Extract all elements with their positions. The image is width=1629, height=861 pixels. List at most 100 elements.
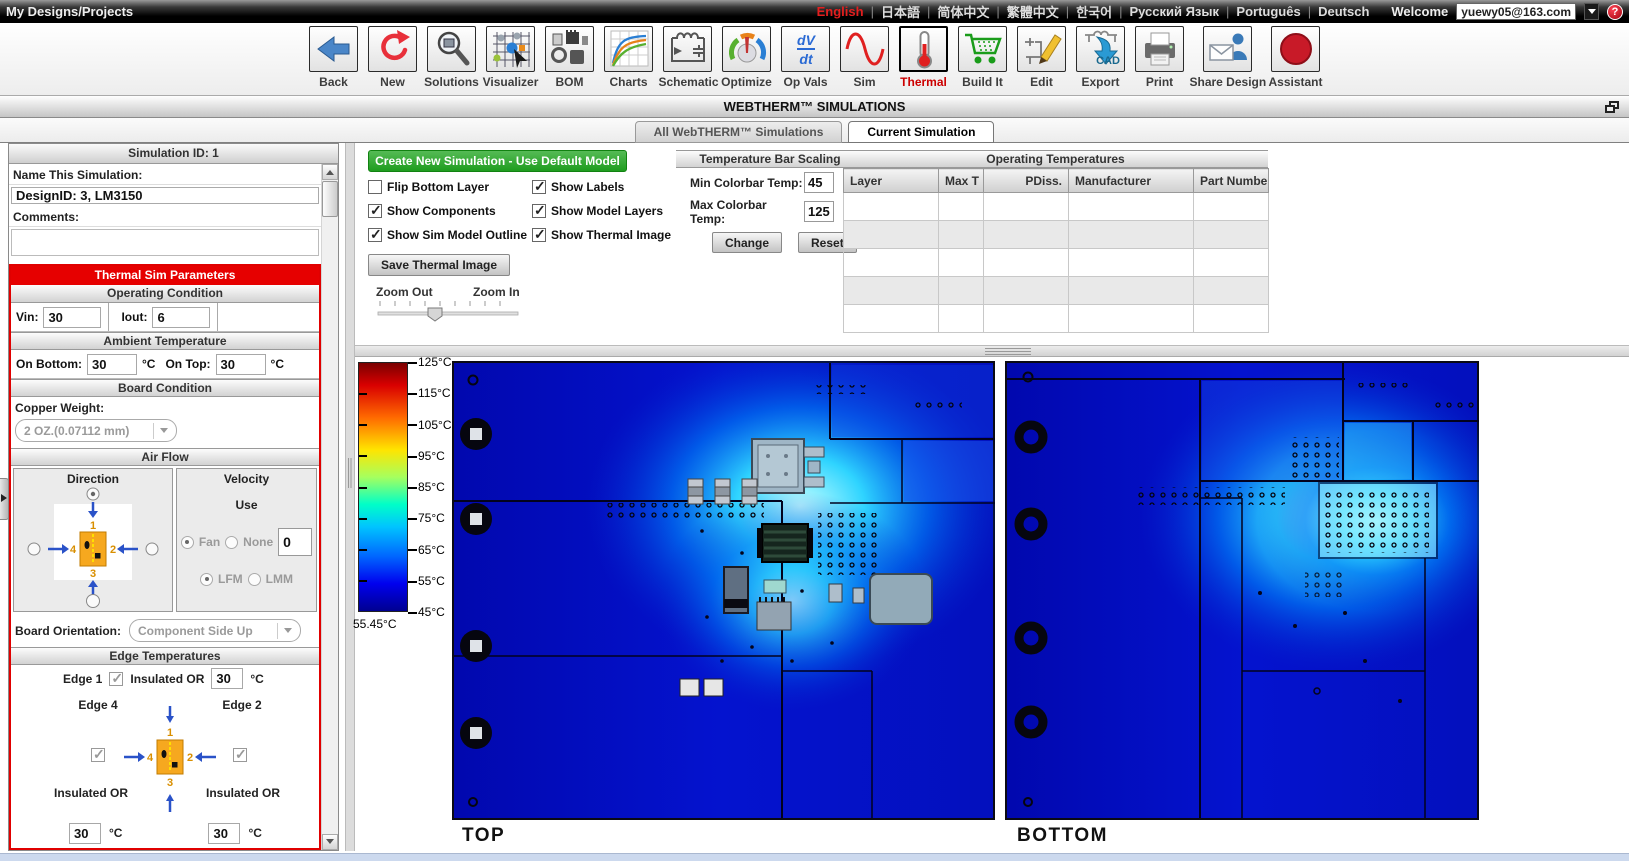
chevron-down-icon [284, 628, 293, 637]
none-radio[interactable] [225, 535, 239, 549]
checkbox-box[interactable] [532, 202, 546, 219]
solutions-icon [427, 26, 476, 72]
create-new-simulation-button[interactable]: Create New Simulation - Use Default Mode… [368, 150, 627, 172]
edge2-temp-input[interactable] [208, 822, 241, 844]
air-flow-direction-diagram[interactable]: 1 4 2 3 [18, 486, 168, 608]
edge1-insulated-checkbox[interactable] [109, 670, 124, 687]
section-header-temperature-bar-scaling: Temperature Bar Scaling [676, 150, 864, 168]
column-header[interactable]: Manufacturer [1068, 168, 1194, 193]
language-link[interactable]: Русский Язык [1129, 4, 1219, 19]
toolbar-button-op-vals[interactable]: dV dt Op Vals [777, 26, 835, 89]
thermal-icon [899, 26, 948, 72]
toolbar-button-edit[interactable]: Edit [1013, 26, 1071, 89]
column-header[interactable]: Layer [843, 168, 939, 193]
scroll-down-button[interactable] [322, 834, 338, 850]
toolbar-button-charts[interactable]: Charts [600, 26, 658, 89]
lfm-radio[interactable] [200, 572, 213, 586]
restore-window-icon[interactable] [1605, 101, 1620, 113]
language-link[interactable]: 한국어 [1076, 2, 1112, 21]
table-row[interactable] [843, 220, 1269, 249]
separator: | [870, 4, 874, 19]
toolbar-button-thermal[interactable]: Thermal [895, 26, 953, 89]
on-bottom-input[interactable] [86, 353, 137, 375]
unit-label: °C [250, 671, 264, 686]
save-thermal-image-button[interactable]: Save Thermal Image [368, 254, 510, 276]
account-email: yuewy05@163.com [1461, 4, 1571, 19]
checkbox-show-model-layers[interactable]: Show Model Layers [532, 202, 683, 219]
checkbox-box[interactable] [532, 178, 546, 195]
table-row[interactable] [843, 304, 1269, 333]
toolbar-button-new[interactable]: New [364, 26, 422, 89]
checkbox-box[interactable] [368, 180, 382, 194]
iout-input[interactable] [152, 306, 211, 328]
slider-thumb[interactable] [427, 307, 443, 322]
zoom-slider[interactable] [372, 299, 532, 323]
checkbox-flip-bottom-layer[interactable]: Flip Bottom Layer [368, 180, 532, 194]
language-link[interactable]: 简体中文 [937, 2, 989, 21]
on-top-input[interactable] [215, 353, 266, 375]
column-header[interactable]: Max T [938, 168, 984, 193]
change-button[interactable]: Change [712, 232, 783, 253]
tab-current-simulation[interactable]: Current Simulation [848, 121, 995, 143]
panel-collapse-handle[interactable] [0, 478, 9, 520]
edge1-temp-input[interactable] [211, 668, 244, 689]
scrollbar-thumb[interactable] [322, 181, 338, 217]
table-row[interactable] [843, 192, 1269, 221]
toolbar-button-bom[interactable]: BOM [541, 26, 599, 89]
language-link[interactable]: 日本語 [881, 2, 920, 21]
on-bottom-label: On Bottom: [16, 357, 82, 371]
toolbar-button-export[interactable]: CAD Export [1072, 26, 1130, 89]
help-icon[interactable]: ? [1607, 3, 1623, 20]
toolbar-button-solutions[interactable]: Solutions [423, 26, 481, 89]
tab-all-simulations[interactable]: All WebTHERM™ Simulations [634, 121, 843, 143]
simulation-name-input[interactable] [11, 187, 319, 204]
table-cell [1068, 304, 1194, 333]
toolbar-button-share-design[interactable]: Share Design [1190, 26, 1266, 89]
min-colorbar-input[interactable] [804, 172, 834, 193]
edge4-temp-input[interactable] [69, 822, 101, 844]
thermal-image-top[interactable] [452, 361, 995, 820]
horizontal-splitter[interactable] [355, 345, 1629, 357]
toolbar-button-build-it[interactable]: Build It [954, 26, 1012, 89]
copper-weight-select[interactable]: 2 OZ.(0.07112 mm) [15, 419, 177, 442]
checkbox-show-sim-model-outline[interactable]: Show Sim Model Outline [368, 226, 532, 243]
language-link[interactable]: 繁體中文 [1007, 2, 1059, 21]
toolbar-button-sim[interactable]: Sim [836, 26, 894, 89]
column-header[interactable]: Part Number [1193, 168, 1269, 193]
edge4-insulated-checkbox[interactable] [91, 746, 105, 763]
language-link[interactable]: Deutsch [1318, 4, 1369, 19]
account-dropdown[interactable]: yuewy05@163.com [1456, 3, 1576, 20]
comments-textarea[interactable] [11, 229, 319, 256]
table-row[interactable] [843, 276, 1269, 305]
toolbar-button-schematic[interactable]: Schematic [659, 26, 719, 89]
checkbox-box[interactable] [532, 226, 546, 243]
vin-input[interactable] [43, 306, 102, 328]
vertical-splitter[interactable] [345, 143, 355, 851]
column-header[interactable]: PDiss. [983, 168, 1069, 193]
separator: | [926, 4, 931, 19]
board-orientation-select[interactable]: Component Side Up [129, 619, 302, 642]
max-colorbar-input[interactable] [804, 201, 834, 222]
thermal-image-bottom[interactable] [1005, 361, 1479, 820]
scroll-up-button[interactable] [322, 164, 338, 180]
language-link[interactable]: Português [1236, 4, 1300, 19]
language-link[interactable]: English [817, 4, 864, 19]
checkbox-show-thermal-image[interactable]: Show Thermal Image [532, 226, 683, 243]
velocity-input[interactable] [278, 528, 313, 556]
fan-radio[interactable] [180, 535, 194, 549]
checkbox-box[interactable] [368, 226, 382, 243]
toolbar-button-print[interactable]: Print [1131, 26, 1189, 89]
toolbar-button-optimize[interactable]: Optimize [718, 26, 776, 89]
left-panel-scrollbar[interactable] [321, 164, 338, 850]
bottom-strip [0, 853, 1629, 861]
checkbox-show-labels[interactable]: Show Labels [532, 178, 683, 195]
checkbox-box[interactable] [368, 202, 382, 219]
edge2-insulated-checkbox[interactable] [233, 746, 247, 763]
checkbox-show-components[interactable]: Show Components [368, 202, 532, 219]
toolbar-button-assistant[interactable]: Assistant [1267, 26, 1325, 89]
toolbar-button-visualizer[interactable]: Visualizer [482, 26, 540, 89]
lmm-radio[interactable] [247, 572, 261, 586]
account-dropdown-button[interactable] [1584, 3, 1599, 20]
table-row[interactable] [843, 248, 1269, 277]
toolbar-button-back[interactable]: Back [305, 26, 363, 89]
